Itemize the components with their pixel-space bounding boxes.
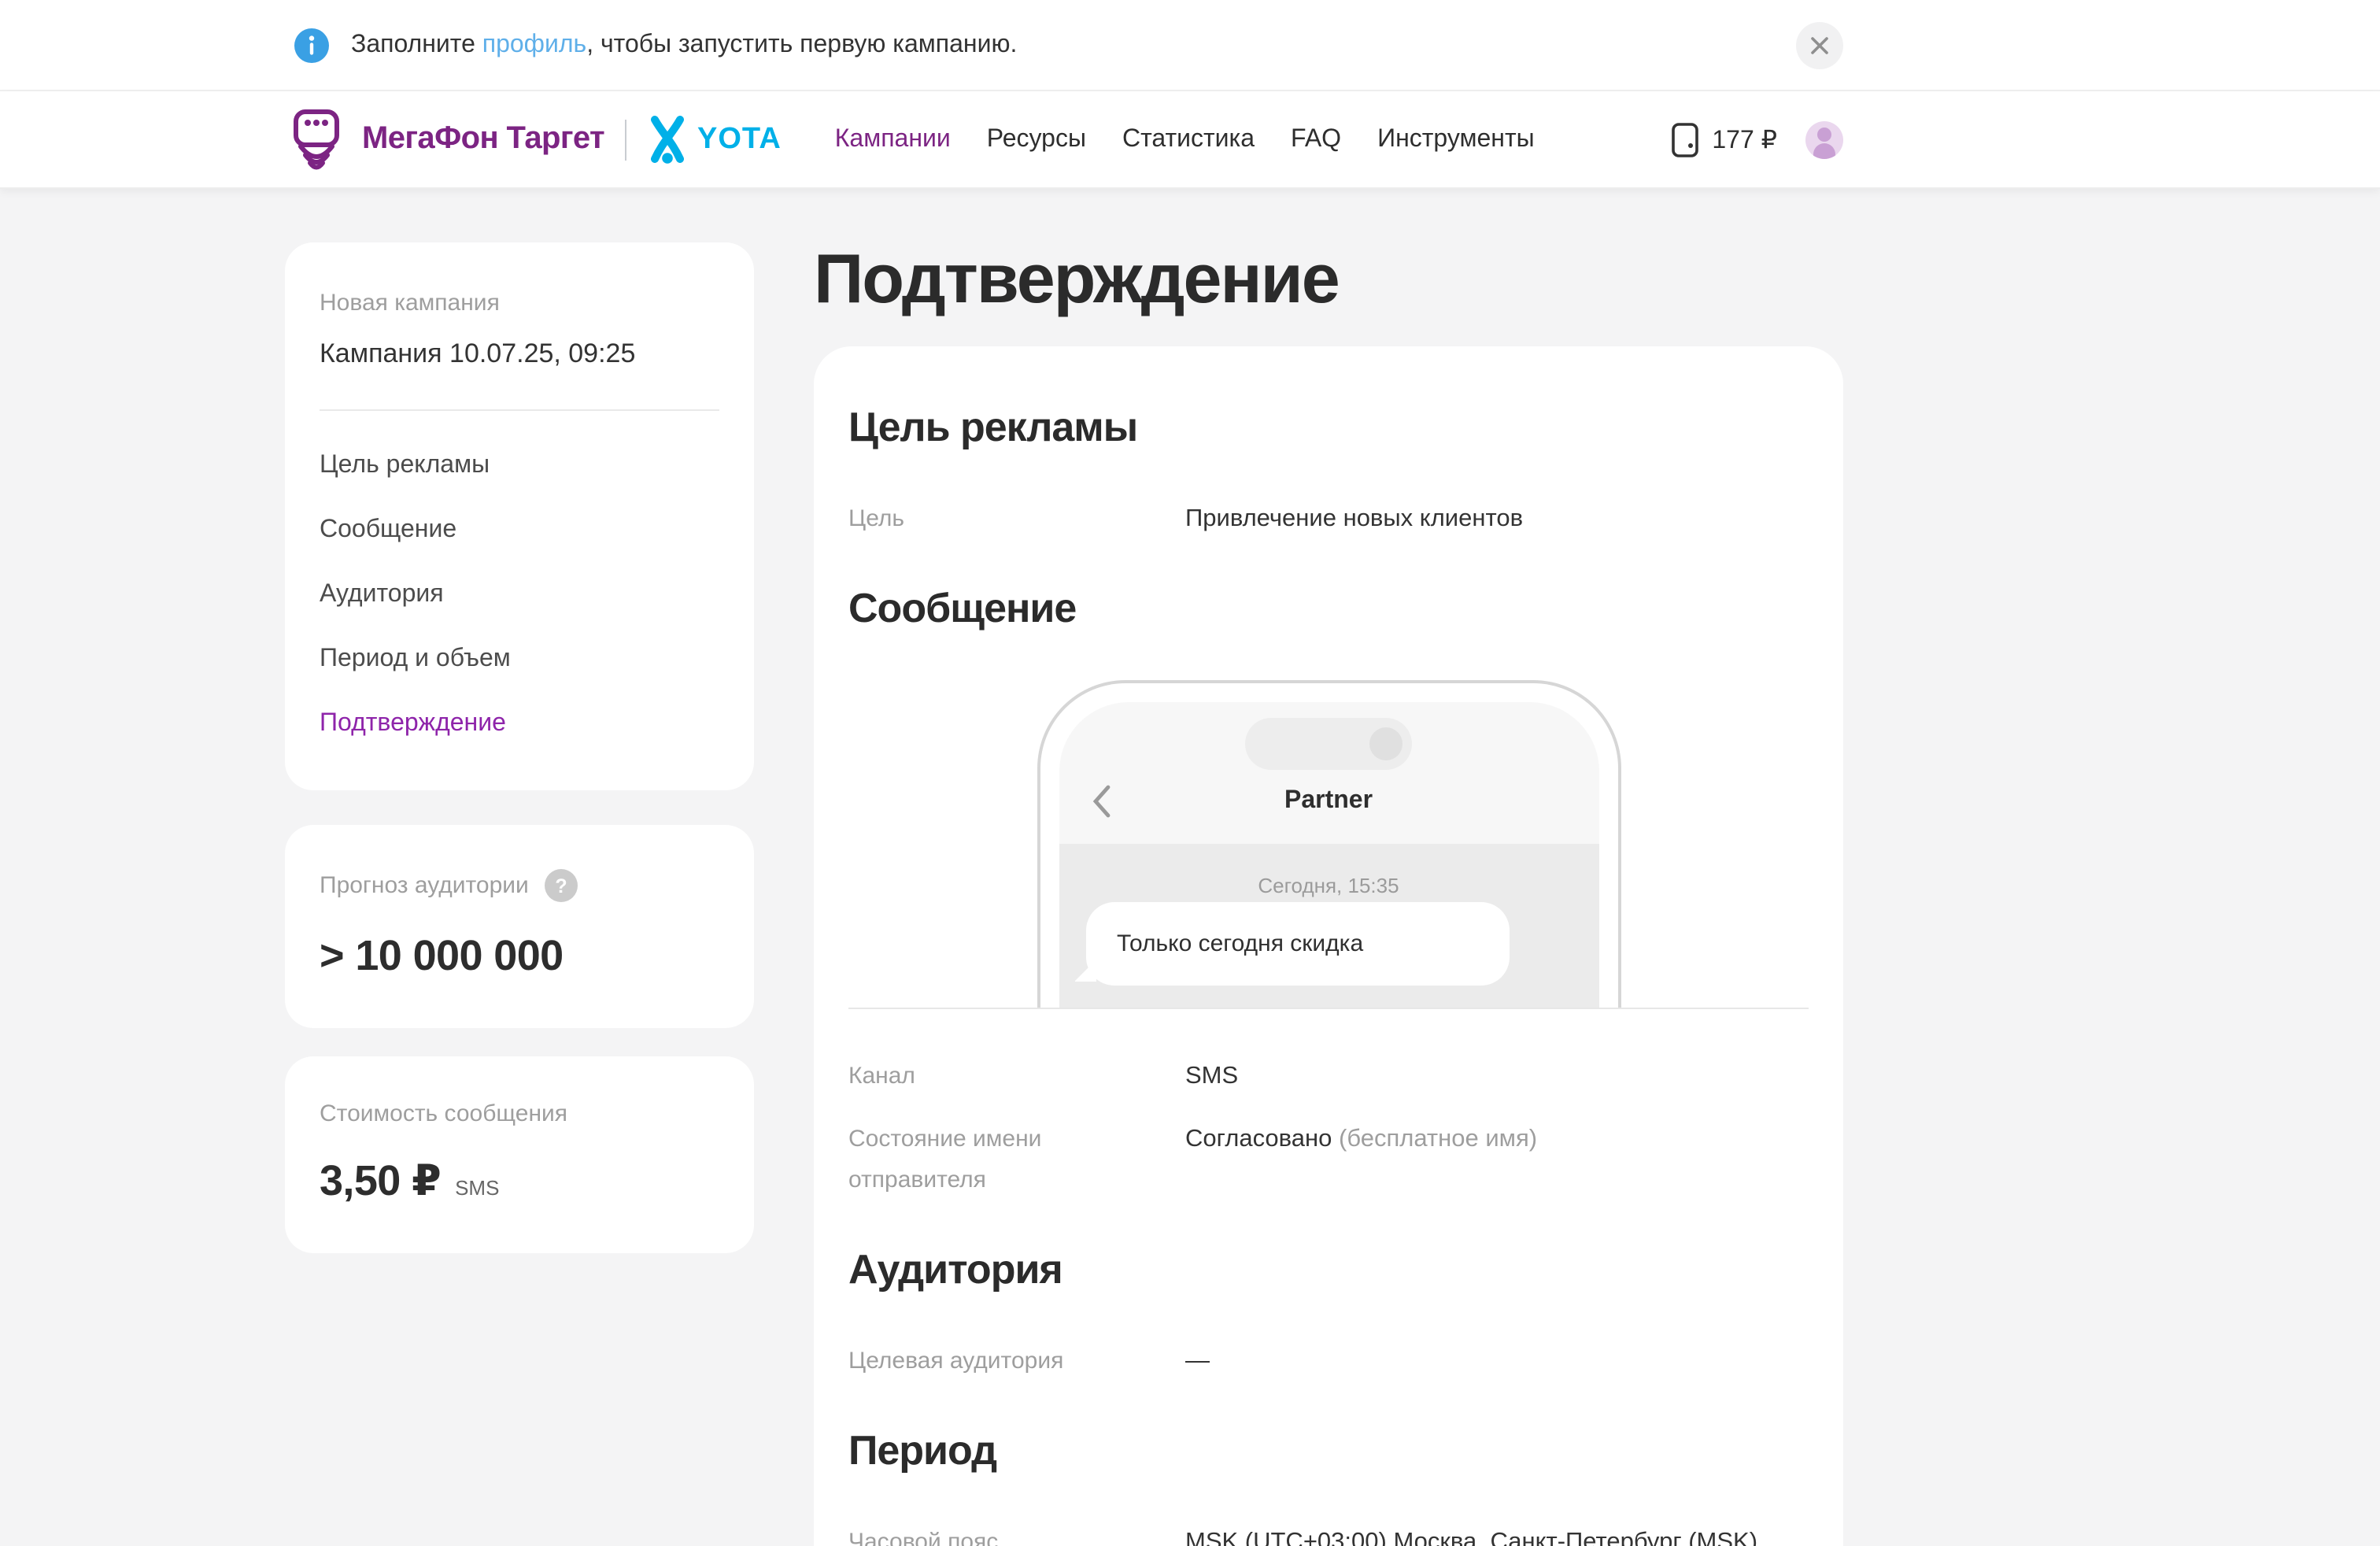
sidebar-divider (320, 409, 719, 411)
period-rows: Часовой пояс MSK (UTC+03:00) Москва, Сан… (848, 1522, 1809, 1546)
target-audience-row: Целевая аудитория — (848, 1341, 1809, 1381)
channel-label: Канал (848, 1056, 1185, 1097)
timezone-value: MSK (UTC+03:00) Москва, Санкт-Петербург … (1185, 1522, 1809, 1546)
page-title: Подтверждение (814, 242, 1843, 317)
cost-label: Стоимость сообщения (320, 1100, 719, 1127)
sender-state-row: Состояние имени отправителя Согласовано … (848, 1119, 1809, 1200)
step-period[interactable]: Период и объем (320, 644, 719, 675)
campaign-name: Кампания 10.07.25, 09:25 (320, 338, 719, 370)
steps-list: Цель рекламы Сообщение Аудитория Период … (320, 450, 719, 740)
cost-unit: SMS (455, 1176, 499, 1200)
sms-sender-name: Partner (1059, 786, 1598, 815)
notification-text-before: Заполните (351, 31, 482, 57)
channel-row: Канал SMS (848, 1056, 1809, 1097)
brand-separator (625, 119, 626, 160)
svg-text:?: ? (555, 875, 567, 897)
sms-preview-section: Partner Сегодня, 15:35 Только сегодня ск… (848, 679, 1809, 1008)
avatar-head-icon (1817, 127, 1831, 141)
yota-logo-icon (647, 114, 688, 165)
forecast-value: > 10 000 000 (320, 932, 719, 981)
step-audience[interactable]: Аудитория (320, 579, 719, 611)
nav-campaigns[interactable]: Кампании (835, 125, 951, 153)
nav-statistics[interactable]: Статистика (1122, 125, 1255, 153)
notification-text: Заполните профиль, чтобы запустить перву… (351, 31, 1017, 59)
sender-state-status: Согласовано (1185, 1125, 1332, 1152)
sender-state-note: (бесплатное имя) (1332, 1125, 1537, 1152)
sender-state-value: Согласовано (бесплатное имя) (1185, 1119, 1809, 1200)
notification-bar: Заполните профиль, чтобы запустить перву… (0, 0, 2380, 91)
phone-notch (1245, 717, 1412, 769)
period-section-heading: Период (848, 1426, 1809, 1474)
summary-card: Цель рекламы Цель Привлечение новых клие… (814, 346, 1843, 1546)
user-avatar[interactable] (1805, 120, 1843, 158)
info-icon (294, 28, 329, 62)
megafon-logo-icon (285, 106, 348, 172)
brand-name: МегаФон Таргет (362, 121, 604, 157)
step-message[interactable]: Сообщение (320, 515, 719, 546)
nav-tools[interactable]: Инструменты (1377, 125, 1535, 153)
close-notification-button[interactable] (1796, 21, 1843, 68)
target-audience-value: — (1185, 1341, 1809, 1381)
wallet-icon (1669, 120, 1699, 158)
balance-widget[interactable]: 177 ₽ (1669, 120, 1777, 158)
goal-section-heading: Цель рекламы (848, 402, 1809, 451)
help-icon[interactable]: ? (545, 869, 578, 902)
phone-camera-icon (1369, 727, 1402, 760)
balance-amount: 177 ₽ (1712, 124, 1777, 155)
forecast-label: Прогноз аудитории (320, 872, 529, 899)
sender-state-label: Состояние имени отправителя (848, 1119, 1185, 1200)
channel-value: SMS (1185, 1056, 1809, 1097)
message-section-heading: Сообщение (848, 583, 1809, 632)
notification-text-after: , чтобы запустить первую кампанию. (586, 31, 1017, 57)
target-audience-label: Целевая аудитория (848, 1341, 1185, 1381)
nav-faq[interactable]: FAQ (1291, 125, 1341, 153)
megafon-target-logo[interactable]: МегаФон Таргет (285, 106, 604, 172)
confirmation-main: Подтверждение Цель рекламы Цель Привлече… (814, 242, 1843, 1546)
sms-timestamp: Сегодня, 15:35 (1059, 873, 1598, 897)
main-nav: Кампании Ресурсы Статистика FAQ Инструме… (835, 125, 1535, 153)
audience-section-heading: Аудитория (848, 1245, 1809, 1293)
goal-row: Цель Привлечение новых клиентов (848, 498, 1809, 539)
yota-wordmark: YOTA (697, 122, 782, 157)
yota-logo[interactable]: YOTA (647, 114, 782, 165)
step-confirmation[interactable]: Подтверждение (320, 708, 719, 740)
phone-screen: Partner Сегодня, 15:35 Только сегодня ск… (1059, 701, 1598, 1008)
cost-amount: 3,50 ₽ (320, 1157, 441, 1204)
cost-value: 3,50 ₽ SMS (320, 1157, 719, 1206)
close-icon (1810, 35, 1829, 54)
timezone-label: Часовой пояс (848, 1522, 1185, 1546)
campaign-type-label: Новая кампания (320, 290, 719, 316)
phone-mockup: Partner Сегодня, 15:35 Только сегодня ск… (1037, 679, 1621, 1008)
app-header: МегаФон Таргет YOTA Кампании Ресурсы Ста… (0, 91, 2380, 189)
sms-message-bubble: Только сегодня скидка (1085, 901, 1509, 985)
campaign-steps-card: Новая кампания Кампания 10.07.25, 09:25 … (285, 242, 754, 790)
message-rows: Канал SMS Состояние имени отправителя Со… (848, 1056, 1809, 1200)
goal-value: Привлечение новых клиентов (1185, 498, 1809, 539)
profile-link[interactable]: профиль (482, 31, 586, 57)
page-content: Новая кампания Кампания 10.07.25, 09:25 … (0, 189, 2380, 1546)
step-goal[interactable]: Цель рекламы (320, 450, 719, 482)
message-cost-card: Стоимость сообщения 3,50 ₽ SMS (285, 1056, 754, 1253)
audience-forecast-card: Прогноз аудитории ? > 10 000 000 (285, 825, 754, 1028)
campaign-sidebar: Новая кампания Кампания 10.07.25, 09:25 … (285, 242, 754, 1253)
goal-label: Цель (848, 498, 1185, 539)
avatar-body-icon (1813, 142, 1835, 158)
timezone-row: Часовой пояс MSK (UTC+03:00) Москва, Сан… (848, 1522, 1809, 1546)
nav-resources[interactable]: Ресурсы (987, 125, 1086, 153)
